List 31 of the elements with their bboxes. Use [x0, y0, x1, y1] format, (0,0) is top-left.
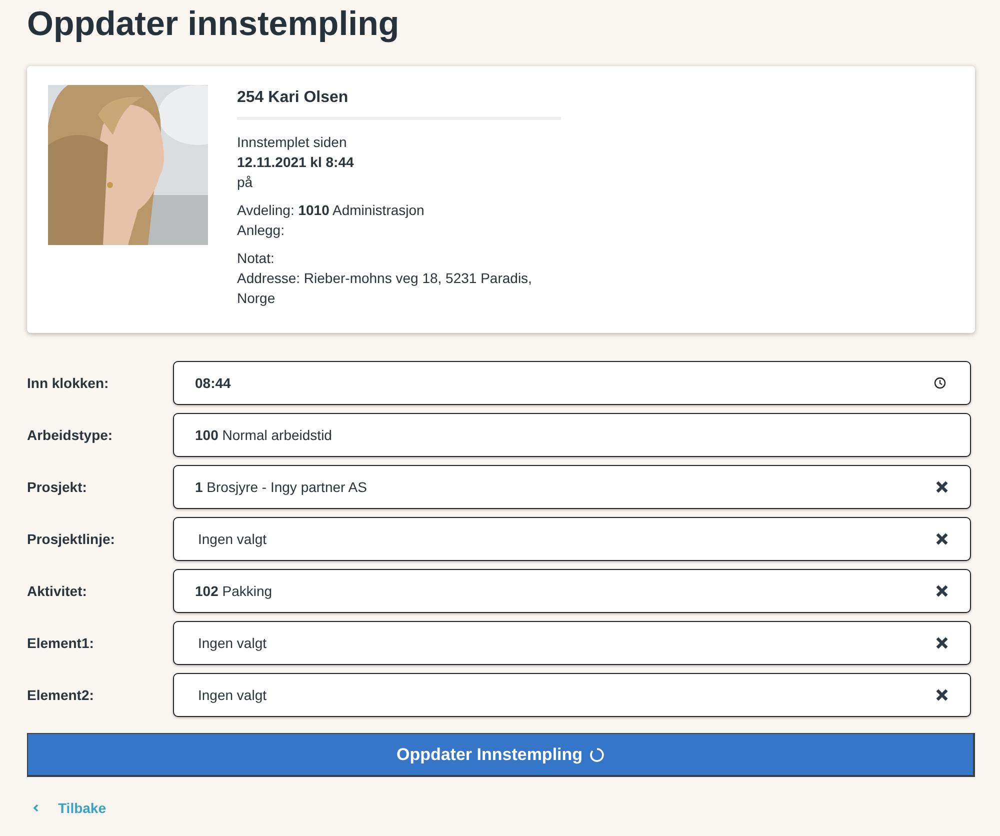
clear-icon[interactable] — [935, 532, 949, 546]
field-label: Aktivitet: — [27, 583, 88, 599]
select-field[interactable]: 100 Normal arbeidstid — [173, 413, 971, 457]
time-field[interactable]: 08:44 — [173, 361, 971, 405]
checked-in-label: Innstemplet siden — [237, 133, 348, 152]
field-label: Element2: — [27, 687, 95, 703]
field-label: Element1: — [27, 635, 95, 651]
field-label: Prosjekt: — [27, 479, 88, 495]
clear-icon[interactable] — [935, 688, 949, 702]
select-field[interactable]: Ingen valgt — [173, 673, 971, 717]
checked-in-time: 12.11.2021 kl 8:44 — [237, 153, 355, 172]
field-label: Prosjektlinje: — [27, 531, 116, 547]
field-label: Arbeidstype: — [27, 427, 114, 443]
clock-icon — [934, 377, 946, 389]
field-label: Inn klokken: — [27, 375, 110, 391]
employee-name: 254 Kari Olsen — [237, 88, 350, 108]
select-field[interactable]: 102 Pakking — [173, 569, 971, 613]
update-button[interactable]: Oppdater Innstempling — [27, 733, 975, 777]
select-field[interactable]: 1 Brosjyre - Ingy partner AS — [173, 465, 971, 509]
select-field[interactable]: Ingen valgt — [173, 517, 971, 561]
location-label: på — [237, 173, 254, 192]
clear-icon[interactable] — [935, 636, 949, 650]
page-title: Oppdater innstempling — [27, 4, 400, 45]
select-field[interactable]: Ingen valgt — [173, 621, 971, 665]
chevron-left-icon — [32, 803, 40, 813]
department-text: Avdeling: 1010 Administrasjon — [237, 201, 426, 220]
plant-label: Anlegg: — [237, 221, 286, 240]
clear-icon[interactable] — [935, 584, 949, 598]
address-text: Addresse: Rieber-mohns veg 18, 5231 Paradis, Norge — [237, 269, 533, 308]
note-label: Notat: — [237, 249, 276, 268]
clear-icon[interactable] — [935, 480, 949, 494]
